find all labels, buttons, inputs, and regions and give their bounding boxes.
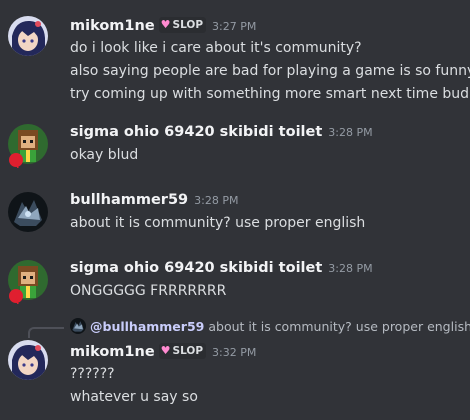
message-line: also saying people are bad for playing a… [70,63,470,79]
message-item: bullhammer59 3:28 PM about it is communit… [0,186,470,246]
avatar[interactable] [8,340,48,380]
message-line: about it is community? use proper englis… [70,215,366,231]
message-item: mikom1ne ♥ SLOP 3:27 PM do i look like i ca… [0,0,470,110]
username[interactable]: sigma ohio 69420 skibidi toilet [70,124,322,140]
avatar[interactable] [8,192,48,232]
avatar[interactable] [8,260,48,304]
reply-avatar [70,318,86,334]
timestamp: 3:28 PM [328,126,373,139]
reply-spine [28,327,64,338]
timestamp: 3:28 PM [328,262,373,275]
server-tag-label: SLOP [172,19,204,31]
timestamp: 3:28 PM [194,194,239,207]
message-header: mikom1ne ♥ SLOP 3:32 PM [70,343,256,360]
avatar[interactable] [8,124,48,168]
bunny-icon: ♥ [160,18,171,31]
timestamp: 3:32 PM [212,346,257,359]
message-item: sigma ohio 69420 skibidi toilet 3:28 PM o… [0,118,470,178]
message-header: sigma ohio 69420 skibidi toilet 3:28 PM [70,260,373,276]
reply-text: about it is community? use proper englis… [208,318,470,334]
message-header: sigma ohio 69420 skibidi toilet 3:28 PM [70,124,373,140]
username[interactable]: sigma ohio 69420 skibidi toilet [70,260,322,276]
server-tag[interactable]: ♥ SLOP [158,343,207,359]
avatar[interactable] [8,16,48,56]
message-line: try coming up with something more smart … [70,86,470,102]
server-tag-label: SLOP [172,345,204,357]
message-line: whatever u say so [70,389,198,405]
username[interactable]: mikom1ne [70,18,155,34]
reply-mention[interactable]: @bullhammer59 [90,319,204,334]
message-header: mikom1ne ♥ SLOP 3:27 PM [70,17,256,34]
message-header: bullhammer59 3:28 PM [70,192,238,208]
message-line: do i look like i care about it's communi… [70,40,362,56]
username[interactable]: mikom1ne [70,344,155,360]
message-item: @bullhammer59 about it is community? use… [0,314,470,420]
message-line: okay blud [70,147,139,163]
reply-preview[interactable]: @bullhammer59 about it is community? use… [70,318,470,334]
message-line: ONGGGGG FRRRRRRR [70,283,227,299]
username[interactable]: bullhammer59 [70,192,188,208]
timestamp: 3:27 PM [212,20,257,33]
bunny-icon: ♥ [160,344,171,357]
message-item: sigma ohio 69420 skibidi toilet 3:28 PM O… [0,254,470,314]
message-line: ?????? [70,366,115,382]
server-tag[interactable]: ♥ SLOP [158,17,207,33]
